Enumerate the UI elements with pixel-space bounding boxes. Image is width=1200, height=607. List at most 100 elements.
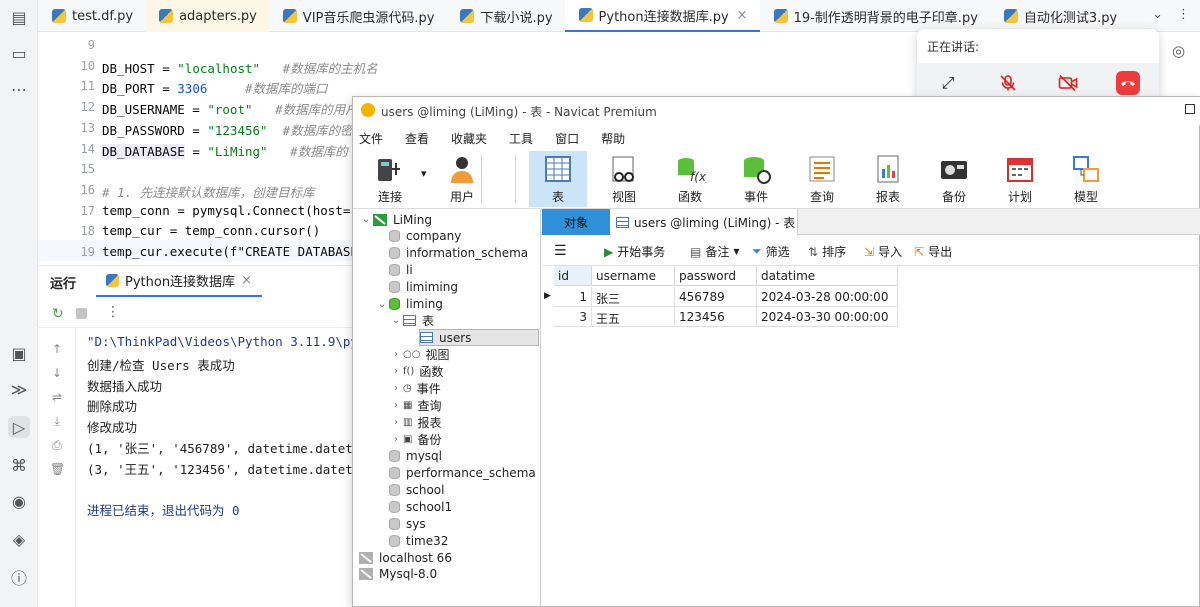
column-header-username[interactable]: username <box>592 266 675 286</box>
more-icon[interactable]: ⋮ <box>1177 7 1190 22</box>
table-cell[interactable]: 王五 <box>592 307 675 327</box>
tree-item-localhost-66[interactable]: localhost 66 <box>359 549 452 566</box>
soft-wrap-icon[interactable]: ⇌ <box>50 390 64 404</box>
project-icon[interactable]: ▤ <box>8 6 30 28</box>
hang-up-icon[interactable] <box>1116 71 1140 95</box>
tree-item-备份[interactable]: › ▣ 备份 <box>389 431 441 448</box>
tree-item-函数[interactable]: › f() 函数 <box>389 363 443 380</box>
maximize-icon[interactable] <box>1185 104 1195 114</box>
tree-item-事件[interactable]: › ◷ 事件 <box>389 380 441 397</box>
chevron-right-icon[interactable]: › <box>389 383 403 394</box>
editor-tab[interactable]: test.df.py <box>38 0 145 32</box>
tree-item-报表[interactable]: › ▥ 报表 <box>389 414 441 431</box>
code-line[interactable]: DB_PORT = 3306 #数据库的端口 <box>102 78 328 97</box>
chevron-down-icon[interactable]: ⌄ <box>359 214 373 225</box>
editor-tab[interactable]: Python连接数据库.py × <box>564 0 760 32</box>
tree-item-Mysql-8.0[interactable]: Mysql-8.0 <box>359 566 437 583</box>
camera-off-icon[interactable] <box>1056 71 1080 95</box>
tree-item-mysql[interactable]: mysql <box>375 448 442 465</box>
toolbar-backup-button[interactable]: 备份 <box>925 151 983 207</box>
table-cell[interactable]: 123456 <box>675 307 757 327</box>
hamburger-menu-icon[interactable]: ☰ <box>554 243 567 259</box>
chevron-down-icon[interactable]: ▾ <box>421 167 427 180</box>
toolbar-user-button[interactable]: 用户 <box>433 151 491 207</box>
chevron-down-icon[interactable]: ⌄ <box>1152 7 1163 22</box>
column-header-password[interactable]: password <box>675 266 757 286</box>
ai-assistant-icon[interactable]: ◎ <box>1172 42 1185 60</box>
services-icon[interactable]: ≫ <box>8 378 30 400</box>
code-line[interactable]: DB_USERNAME = "root" #数据库的用户 <box>102 99 358 118</box>
tree-item-information_schema[interactable]: information_schema <box>375 245 528 262</box>
table-cell[interactable]: 张三 <box>592 287 675 307</box>
chevron-right-icon[interactable]: › <box>389 349 403 360</box>
export-button[interactable]: ⇱ 导出 <box>914 243 952 260</box>
table-cell[interactable]: 3 <box>554 307 592 327</box>
code-line[interactable]: temp_conn = pymysql.Connect(host= <box>102 203 350 218</box>
code-line[interactable]: # 1. 先连接默认数据库，创建目标库 <box>102 182 315 201</box>
toolbar-query-button[interactable]: 查询 <box>793 151 851 207</box>
toolbar-view-button[interactable]: 视图 <box>595 151 653 207</box>
tree-item-company[interactable]: company <box>375 228 461 245</box>
sort-button[interactable]: ⇅ 排序 <box>808 243 846 260</box>
tree-item-school1[interactable]: school1 <box>375 498 452 515</box>
tree-item-sys[interactable]: sys <box>375 515 426 532</box>
toolbar-table-button[interactable]: 表 <box>529 151 587 207</box>
tree-item-表[interactable]: ⌄ 表 <box>389 312 434 329</box>
close-icon[interactable]: × <box>737 8 748 23</box>
run-tab[interactable]: Python连接数据库 × <box>96 266 262 297</box>
terminal-icon[interactable]: ▣ <box>8 342 30 364</box>
folder-icon[interactable]: ▭ <box>8 42 30 64</box>
chevron-right-icon[interactable]: › <box>389 366 403 377</box>
packages-icon[interactable]: ◈ <box>8 528 30 550</box>
toolbar-report-button[interactable]: 报表 <box>859 151 917 207</box>
chevron-right-icon[interactable]: › <box>389 434 403 445</box>
toolbar-function-button[interactable]: f(x) 函数 <box>661 151 719 207</box>
begin-transaction-button[interactable]: ▶ 开始事务 <box>604 243 665 260</box>
table-cell[interactable]: 456789 <box>675 287 757 307</box>
scroll-up-icon[interactable]: ↑ <box>50 342 64 356</box>
tree-item-liming[interactable]: ⌄ liming <box>375 296 443 313</box>
chevron-down-icon[interactable]: ⌄ <box>389 315 403 326</box>
more-options-icon[interactable]: ⋮ <box>106 304 120 320</box>
filter-button[interactable]: ⏷ 筛选 <box>752 243 790 260</box>
rerun-icon[interactable]: ↻ <box>52 306 64 322</box>
code-line[interactable]: DB_PASSWORD = "123456" #数据库的密 <box>102 120 353 139</box>
toolbar-connection-button[interactable]: 连接 <box>361 151 419 207</box>
tree-item-users[interactable]: users <box>419 329 539 347</box>
chevron-down-icon[interactable]: ⌄ <box>375 299 389 310</box>
tree-item-LiMing[interactable]: ⌄ LiMing <box>359 211 432 228</box>
chevron-right-icon[interactable]: › <box>389 417 403 428</box>
tree-item-time32[interactable]: time32 <box>375 532 448 549</box>
toolbar-event-button[interactable]: 事件 <box>727 151 785 207</box>
tree-item-li[interactable]: li <box>375 262 413 279</box>
menu-item[interactable]: 收藏夹 <box>451 126 487 148</box>
column-header-id[interactable]: id <box>554 266 592 286</box>
scroll-down-icon[interactable]: ↓ <box>50 366 64 380</box>
tab-users-table[interactable]: users @liming (LiMing) - 表 <box>610 209 798 235</box>
code-line[interactable]: DB_DATABASE = "LiMing" #数据库的 <box>102 141 348 160</box>
tree-item-视图[interactable]: › ○○ 视图 <box>389 346 449 363</box>
python-console-icon[interactable]: ⌘ <box>8 454 30 476</box>
mic-muted-icon[interactable] <box>996 71 1020 95</box>
editor-tab[interactable]: 下载小说.py <box>446 0 564 32</box>
toolbar-model-button[interactable]: 模型 <box>1057 151 1115 207</box>
table-cell[interactable]: 1 <box>554 287 592 307</box>
import-button[interactable]: ⇲ 导入 <box>864 243 902 260</box>
table-cell[interactable]: 2024-03-28 00:00:00 <box>757 287 898 307</box>
menu-item[interactable]: 查看 <box>405 126 429 148</box>
menu-item[interactable]: 窗口 <box>555 126 579 148</box>
print-icon[interactable]: ⎙ <box>50 438 64 452</box>
chevron-right-icon[interactable]: › <box>389 400 403 411</box>
menu-item[interactable]: 帮助 <box>601 126 625 148</box>
tree-item-查询[interactable]: › ▦ 查询 <box>389 397 441 414</box>
scroll-end-icon[interactable]: ⤓ <box>50 414 64 428</box>
tab-objects[interactable]: 对象 <box>542 209 610 235</box>
menu-item[interactable]: 文件 <box>359 126 383 148</box>
stop-icon[interactable] <box>76 308 87 319</box>
expand-icon[interactable]: ⤢ <box>936 71 960 95</box>
editor-tab[interactable]: 自动化测试3.py <box>990 0 1129 32</box>
table-cell[interactable]: 2024-03-30 00:00:00 <box>757 307 898 327</box>
trash-icon[interactable]: 🗑 <box>50 462 65 476</box>
close-icon[interactable]: × <box>241 273 252 288</box>
run-icon[interactable]: ▷ <box>8 416 30 438</box>
